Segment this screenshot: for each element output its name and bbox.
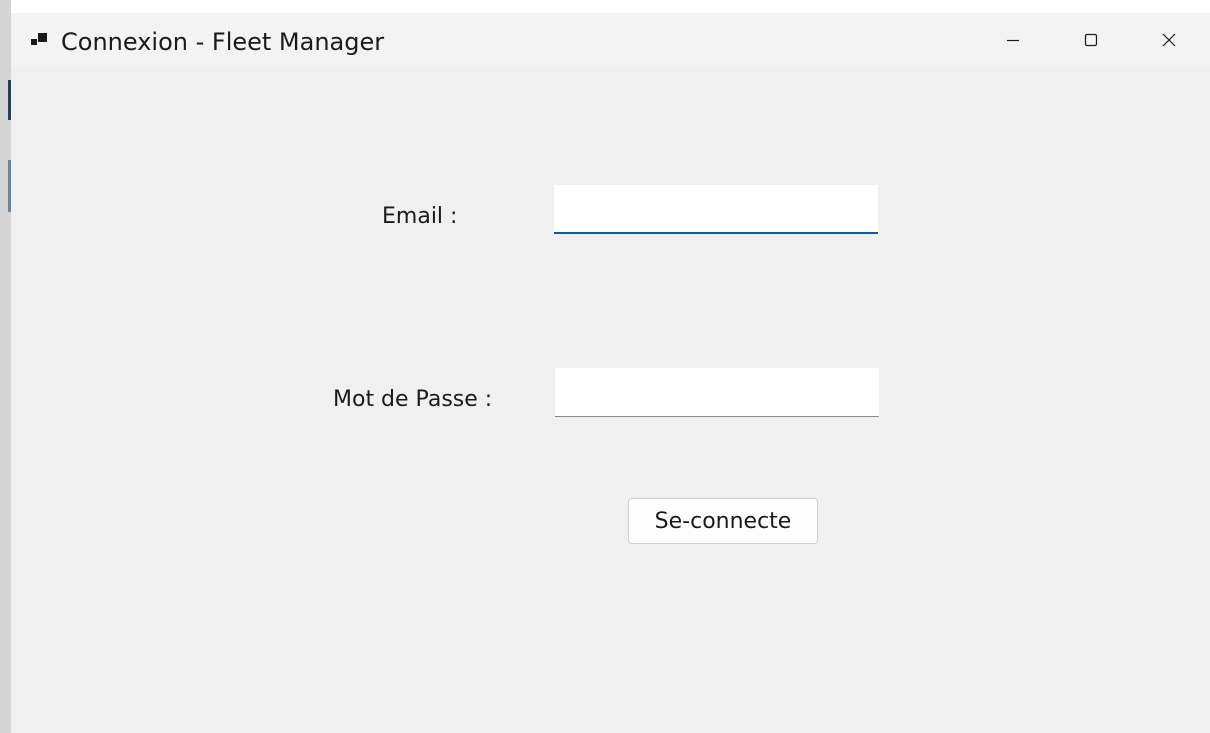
window-title: Connexion - Fleet Manager (61, 28, 385, 56)
maximize-button[interactable] (1052, 13, 1130, 67)
password-field[interactable] (555, 368, 879, 417)
login-form: Email : Mot de Passe : Se-connecte (11, 67, 1210, 733)
login-window: Connexion - Fleet Manager Email : Mot de… (11, 13, 1210, 733)
close-button[interactable] (1130, 13, 1208, 67)
email-label: Email : (382, 204, 458, 229)
close-icon (1162, 33, 1176, 47)
email-field[interactable] (554, 185, 878, 234)
title-bar[interactable]: Connexion - Fleet Manager (11, 13, 1210, 67)
background-window-edge (0, 0, 11, 733)
minimize-icon (1007, 39, 1019, 42)
app-window-icon (31, 32, 49, 48)
maximize-icon (1084, 33, 1098, 47)
login-button[interactable]: Se-connecte (628, 498, 818, 544)
minimize-button[interactable] (974, 13, 1052, 67)
password-label: Mot de Passe : (333, 387, 493, 412)
